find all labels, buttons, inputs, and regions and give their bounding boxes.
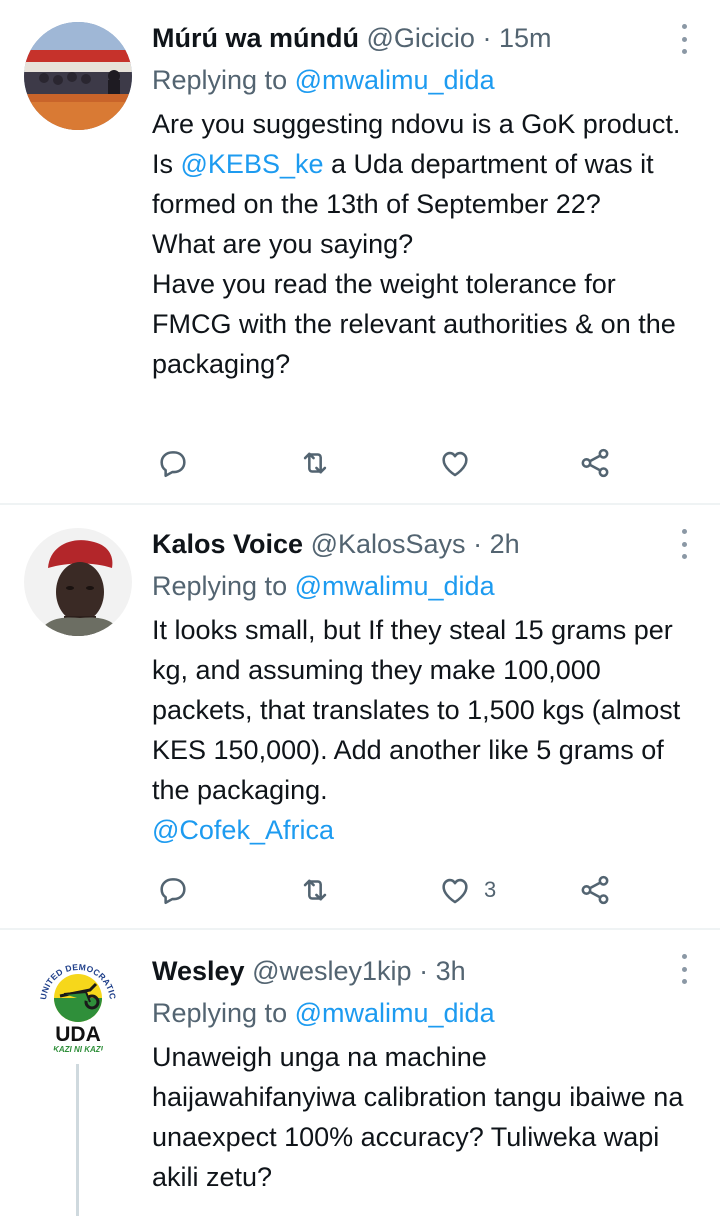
separator-dot: ·	[419, 956, 429, 986]
avatar-kalos[interactable]	[24, 528, 132, 636]
body-mention-cofek[interactable]: @Cofek_Africa	[152, 810, 697, 850]
replying-prefix: Replying to	[152, 571, 288, 601]
reply-button[interactable]	[156, 443, 190, 483]
display-name[interactable]: Kalos Voice	[152, 529, 303, 559]
user-handle[interactable]: @Gicicio	[367, 23, 475, 53]
separator-dot: ·	[482, 23, 492, 53]
avatar-muru[interactable]	[24, 22, 132, 130]
retweet-icon	[303, 452, 327, 474]
tweet-text-line: It looks small, but If they steal 15 gra…	[152, 615, 681, 805]
tweet-text-line: Are you suggesting ndovu is a GoK produc…	[152, 109, 681, 139]
body-mention-kebs[interactable]: @KEBS_ke	[181, 149, 324, 179]
uda-abbr-text: UDA	[55, 1023, 101, 1046]
separator-dot: ·	[473, 529, 483, 559]
heart-icon	[442, 451, 468, 477]
tweet-text-line: What are you saying?	[152, 229, 414, 259]
display-name[interactable]: Múrú wa múndú	[152, 23, 359, 53]
tweet-time[interactable]: 15m	[499, 23, 552, 53]
tweet-time[interactable]: 3h	[436, 956, 466, 986]
replying-to-line: Replying to @mwalimu_dida	[152, 997, 697, 1029]
like-button[interactable]: 3	[438, 870, 496, 910]
tweet-1[interactable]: Múrú wa múndú @Gicicio · 15m Replying to…	[0, 0, 720, 505]
tweet-text-line: Have you read the weight tolerance for F…	[152, 269, 676, 379]
tweet-3[interactable]: UNITED DEMOCRATIC ALLIANCE UDA KAZI NI K…	[0, 930, 720, 1216]
user-handle[interactable]: @wesley1kip	[252, 956, 411, 986]
uda-logo: UNITED DEMOCRATIC ALLIANCE UDA KAZI NI K…	[24, 948, 132, 1056]
avatar-wesley[interactable]: UNITED DEMOCRATIC ALLIANCE UDA KAZI NI K…	[24, 948, 132, 1056]
thread-connector	[76, 1064, 79, 1216]
tweet-time[interactable]: 2h	[490, 529, 520, 559]
replying-to-line: Replying to @mwalimu_dida	[152, 64, 697, 96]
heart-icon	[442, 878, 468, 904]
replying-to-line: Replying to @mwalimu_dida	[152, 570, 697, 602]
like-button[interactable]	[438, 443, 484, 483]
replying-to-mention[interactable]: @mwalimu_dida	[295, 998, 495, 1028]
tweet-actions: 3	[152, 870, 632, 910]
tweet-2[interactable]: Kalos Voice @KalosSays · 2h Replying to …	[0, 505, 720, 930]
reply-icon	[160, 878, 186, 905]
share-icon	[581, 875, 609, 905]
tweet-text-line: Is @KEBS_ke a Uda department of was it f…	[152, 144, 697, 224]
tweet-body: It looks small, but If they steal 15 gra…	[152, 610, 697, 850]
avatar-photo-crowd	[24, 22, 132, 130]
display-name[interactable]: Wesley	[152, 956, 245, 986]
retweet-button[interactable]	[298, 443, 332, 483]
like-count: 3	[484, 877, 497, 902]
tweet-actions	[152, 443, 632, 483]
replying-to-mention[interactable]: @mwalimu_dida	[295, 65, 495, 95]
tweet-header: Kalos Voice @KalosSays · 2h	[152, 528, 697, 560]
tweet-text-line: Unaweigh unga na machine haijawahifanyiw…	[152, 1042, 684, 1192]
retweet-button[interactable]	[298, 870, 332, 910]
tweet-header: Wesley @wesley1kip · 3h	[152, 955, 697, 987]
retweet-icon	[303, 879, 327, 901]
uda-slogan-text: KAZI NI KAZI	[53, 1045, 104, 1054]
user-handle[interactable]: @KalosSays	[311, 529, 466, 559]
share-icon	[581, 448, 609, 478]
reply-button[interactable]	[156, 870, 190, 910]
replying-to-mention[interactable]: @mwalimu_dida	[295, 571, 495, 601]
share-button[interactable]	[578, 870, 612, 910]
replying-prefix: Replying to	[152, 65, 288, 95]
avatar-photo-portrait	[24, 528, 132, 636]
body-text-prefix: Is	[152, 149, 181, 179]
tweet-header: Múrú wa múndú @Gicicio · 15m	[152, 22, 697, 54]
tweet-body: Are you suggesting ndovu is a GoK produc…	[152, 104, 697, 384]
share-button[interactable]	[578, 443, 612, 483]
reply-icon	[160, 451, 186, 478]
replying-prefix: Replying to	[152, 998, 288, 1028]
tweet-body: Unaweigh unga na machine haijawahifanyiw…	[152, 1037, 697, 1197]
